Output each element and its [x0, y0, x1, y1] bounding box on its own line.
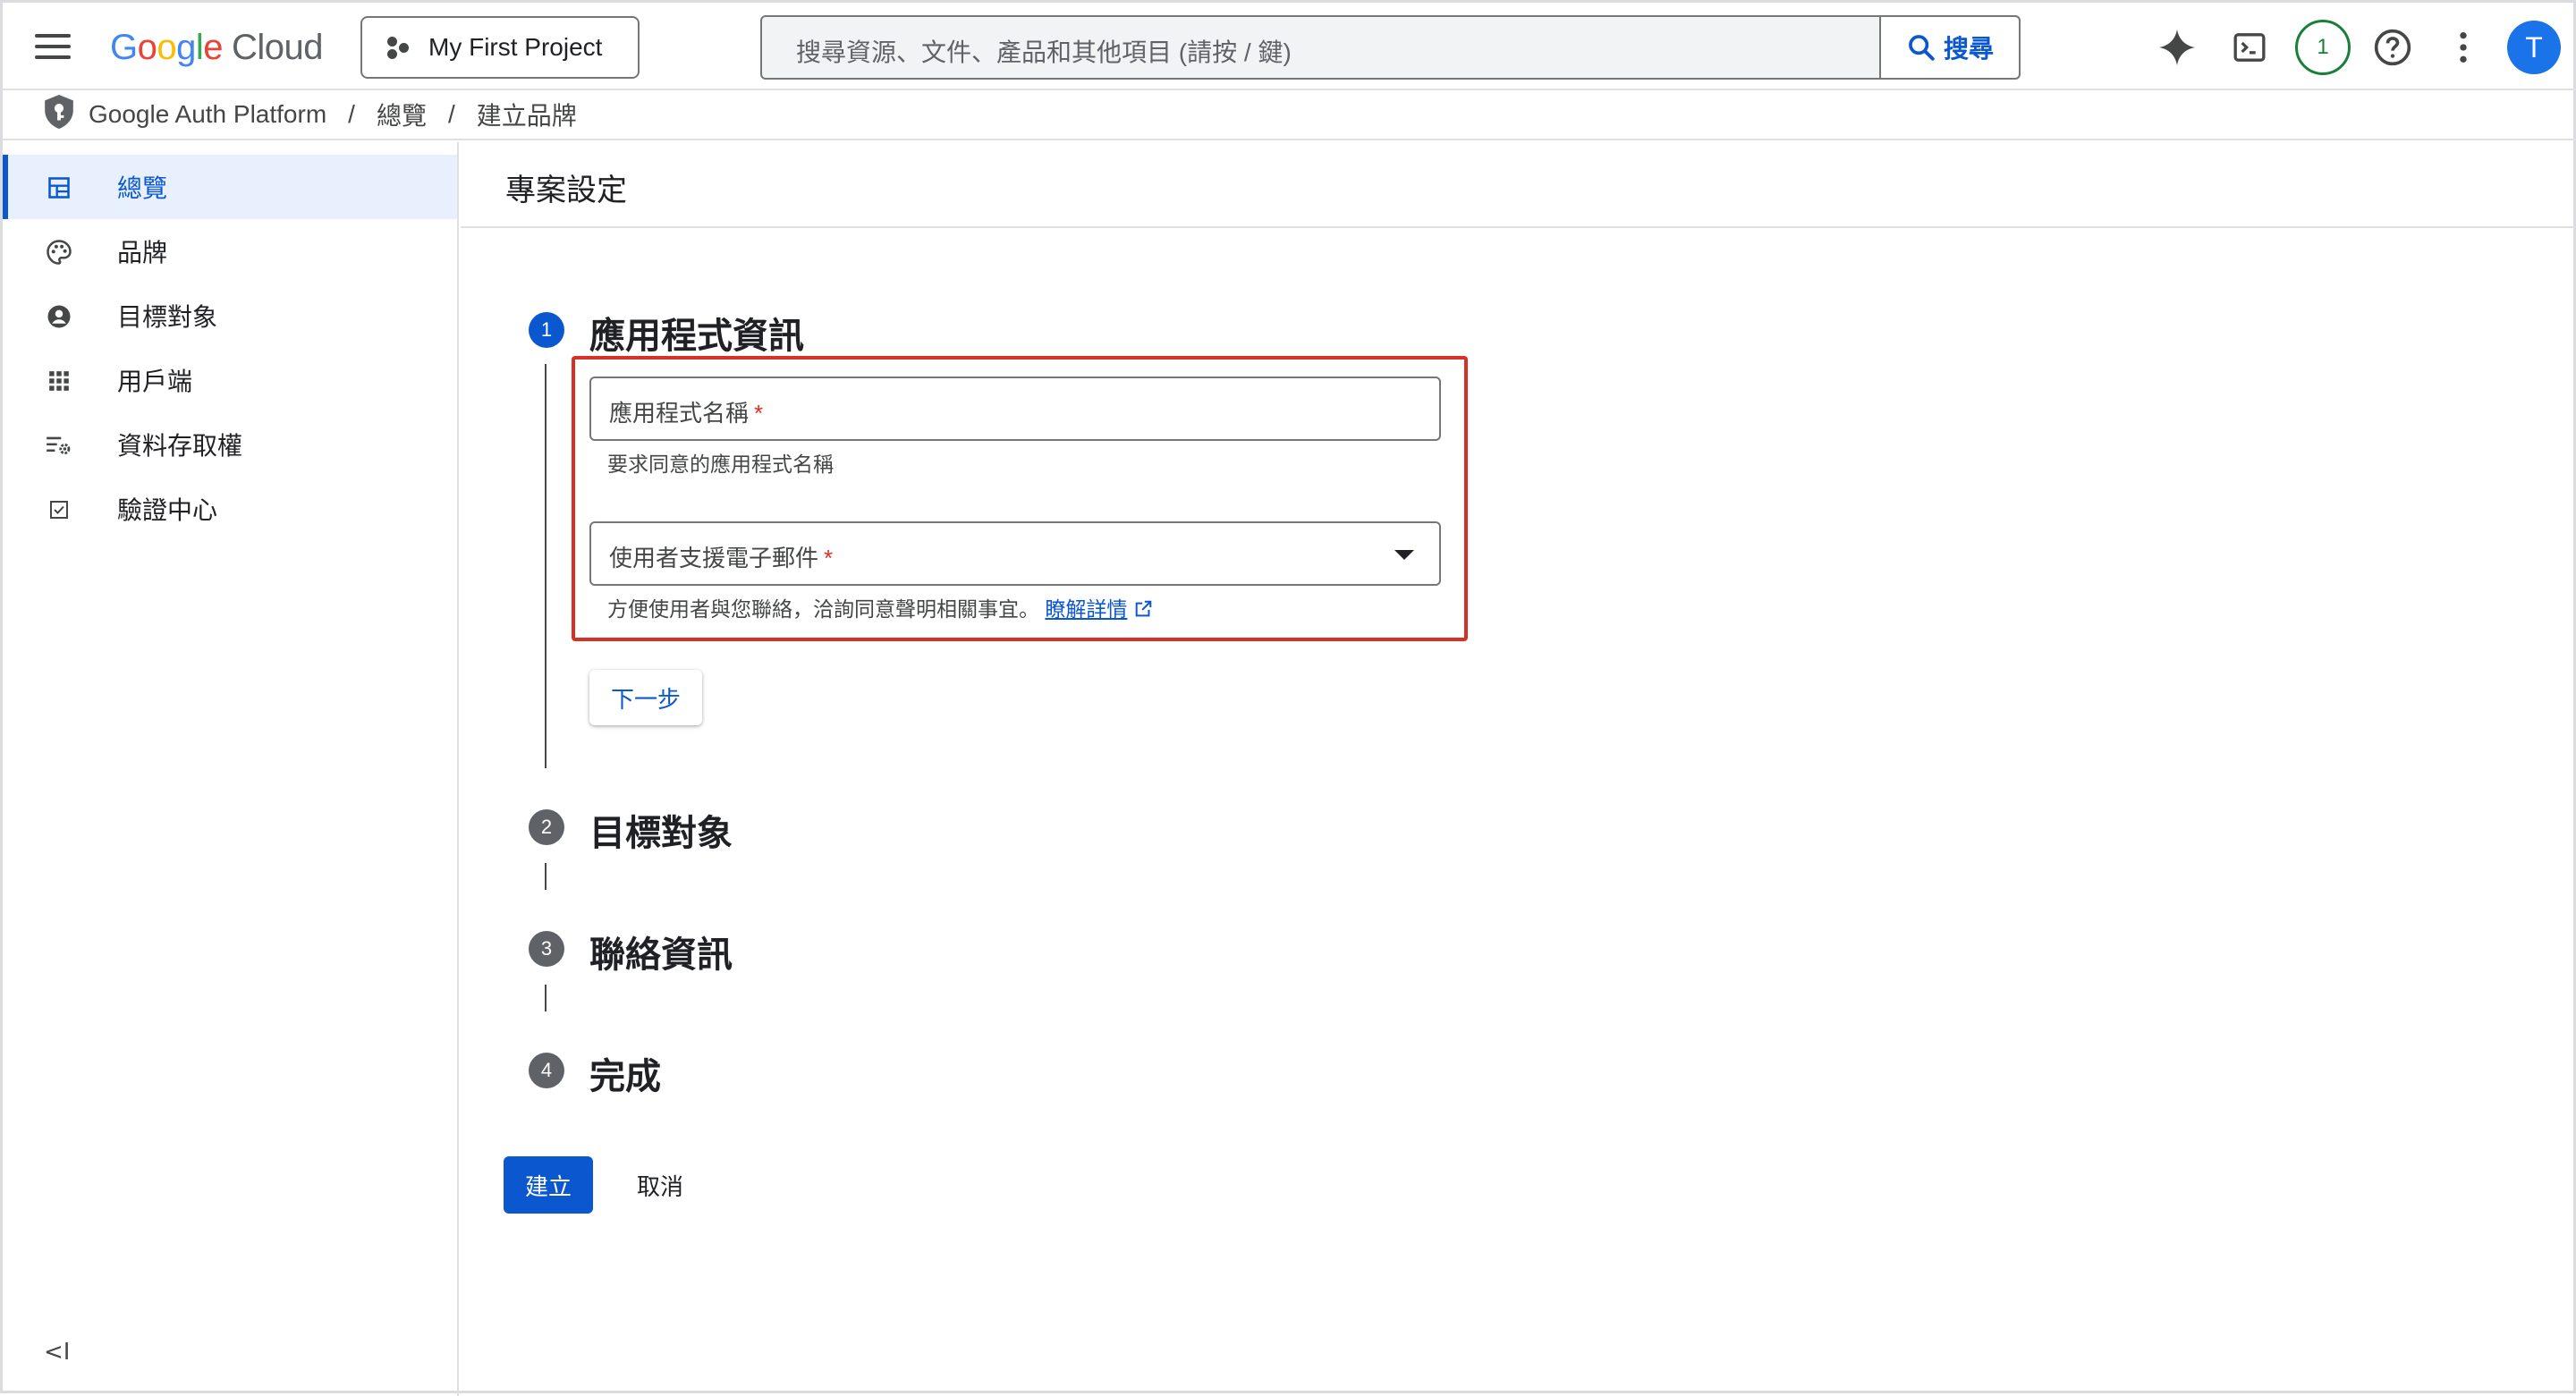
gemini-sparkle-icon[interactable] — [2155, 25, 2199, 70]
account-avatar[interactable]: T — [2507, 21, 2561, 74]
top-bar: Google Cloud My First Project 搜尋資源、文件、產品… — [3, 3, 2576, 90]
app-frame: Google Cloud My First Project 搜尋資源、文件、產品… — [0, 0, 2576, 1396]
search-input[interactable]: 搜尋資源、文件、產品和其他項目 (請按 / 鍵) — [796, 33, 1292, 69]
sidebar-item-overview[interactable]: 總覽 — [3, 155, 457, 219]
step-3-title[interactable]: 聯絡資訊 — [589, 926, 733, 977]
help-icon[interactable] — [2370, 25, 2415, 70]
step-3-number: 3 — [529, 931, 564, 967]
search-button[interactable]: 搜尋 — [1879, 17, 2019, 78]
learn-more-link[interactable]: 瞭解詳情 — [1045, 597, 1127, 621]
project-picker-button[interactable]: My First Project — [360, 16, 640, 79]
breadcrumb-separator: / — [447, 100, 455, 128]
main-menu-icon[interactable] — [30, 27, 78, 66]
collapse-sidebar-icon[interactable]: <I — [44, 1339, 70, 1366]
cloud-shell-terminal-icon[interactable] — [2227, 25, 2272, 70]
required-mark: * — [754, 400, 764, 427]
app-name-helper-text: 要求同意的應用程式名稱 — [607, 453, 834, 476]
auth-platform-shield-icon — [42, 93, 76, 137]
page-title: 專案設定 — [505, 173, 627, 207]
sidebar-item-audience[interactable]: 目標對象 — [3, 283, 457, 348]
stepper-connector — [545, 364, 547, 768]
support-email-select[interactable]: 使用者支援電子郵件 * — [589, 521, 1441, 586]
dropdown-arrow-icon — [1394, 550, 1414, 560]
palette-icon — [46, 239, 72, 266]
dashboard-icon — [46, 174, 72, 201]
breadcrumb-separator: / — [348, 100, 355, 128]
search-icon — [1909, 35, 1935, 61]
apps-grid-icon — [46, 368, 72, 394]
account-circle-icon — [46, 303, 72, 330]
more-options-icon[interactable] — [2441, 25, 2486, 70]
data-settings-icon — [46, 432, 72, 459]
step-2-number: 2 — [529, 809, 564, 845]
required-mark: * — [824, 545, 834, 571]
step-1-number: 1 — [529, 312, 564, 348]
main-header: 專案設定 — [461, 142, 2576, 228]
search-bar[interactable]: 搜尋資源、文件、產品和其他項目 (請按 / 鍵) 搜尋 — [760, 15, 2021, 80]
next-step-button[interactable]: 下一步 — [589, 670, 702, 725]
stepper-connector — [545, 985, 547, 1011]
step-2-title[interactable]: 目標對象 — [589, 804, 733, 856]
sidebar-item-data-access[interactable]: 資料存取權 — [3, 412, 457, 477]
step-1-title[interactable]: 應用程式資訊 — [589, 307, 804, 359]
support-email-helper-text: 方便使用者與您聯絡，洽詢同意聲明相關事宜。 瞭解詳情 — [607, 592, 1153, 622]
breadcrumb-overview-link[interactable]: 總覽 — [377, 97, 427, 132]
app-name-input[interactable]: 應用程式名稱 * — [589, 376, 1441, 441]
check-box-icon — [46, 496, 72, 523]
sidebar-item-branding[interactable]: 品牌 — [3, 219, 457, 283]
project-icon — [386, 35, 411, 60]
open-in-new-icon — [1135, 600, 1152, 617]
step-4-number: 4 — [529, 1053, 564, 1088]
breadcrumb-current: 建立品牌 — [476, 102, 577, 130]
sidebar-item-clients[interactable]: 用戶端 — [3, 348, 457, 412]
cancel-button[interactable]: 取消 — [620, 1156, 700, 1214]
project-name: My First Project — [428, 33, 603, 61]
step-4-title[interactable]: 完成 — [589, 1047, 661, 1099]
sidebar-item-verification-center[interactable]: 驗證中心 — [3, 477, 457, 541]
stepper-connector — [545, 863, 547, 890]
breadcrumb-product-link[interactable]: Google Auth Platform — [89, 100, 326, 129]
notifications-counter-badge[interactable]: 1 — [2295, 20, 2351, 75]
create-button[interactable]: 建立 — [504, 1156, 593, 1214]
google-cloud-logo[interactable]: Google Cloud — [110, 22, 324, 72]
sidebar: 總覽 品牌 目標對象 用戶端 資料存取權 驗證中心 <I — [3, 142, 459, 1396]
breadcrumb: Google Auth Platform / 總覽 / 建立品牌 — [3, 90, 2576, 140]
